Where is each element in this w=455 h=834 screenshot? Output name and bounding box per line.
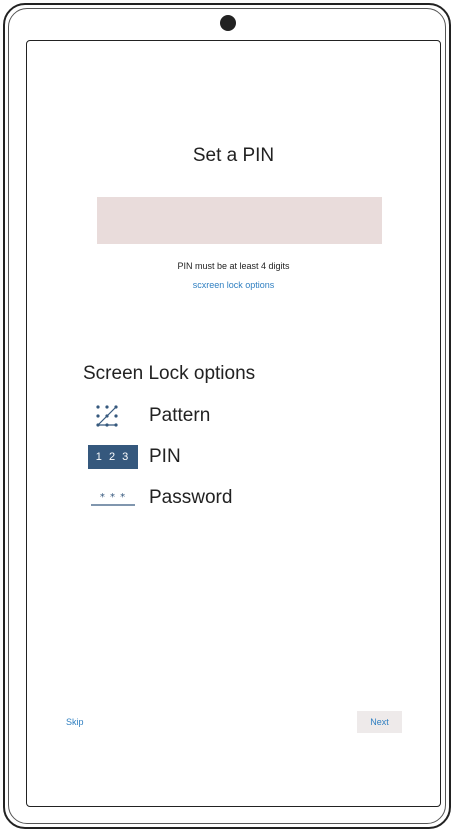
lock-option-password[interactable]: * * * Password xyxy=(88,484,232,512)
svg-text:* * *: * * * xyxy=(100,492,126,503)
skip-button[interactable]: Skip xyxy=(66,717,84,727)
next-button[interactable]: Next xyxy=(357,711,402,733)
lock-option-pattern[interactable]: Pattern xyxy=(88,402,210,430)
pattern-icon xyxy=(88,404,138,428)
screen-lock-options-link[interactable]: scxreen lock options xyxy=(27,280,440,290)
screen: Set a PIN PIN must be at least 4 digits … xyxy=(26,40,441,807)
pin-hint: PIN must be at least 4 digits xyxy=(177,261,290,271)
pin-input[interactable] xyxy=(97,197,382,244)
lock-option-label: Pattern xyxy=(149,405,211,426)
tablet-frame: Set a PIN PIN must be at least 4 digits … xyxy=(3,3,451,829)
pin-icon: 1 2 3 xyxy=(88,445,138,469)
lock-option-label: PIN xyxy=(149,446,181,467)
password-icon: * * * xyxy=(88,486,138,510)
front-camera xyxy=(220,15,236,31)
lock-options-title: Screen Lock options xyxy=(83,363,256,384)
lock-option-label: Password xyxy=(149,487,233,508)
page-title: Set a PIN xyxy=(192,145,275,166)
lock-option-pin[interactable]: 1 2 3 PIN xyxy=(88,443,181,471)
pin-icon-digits: 1 2 3 xyxy=(88,445,138,469)
